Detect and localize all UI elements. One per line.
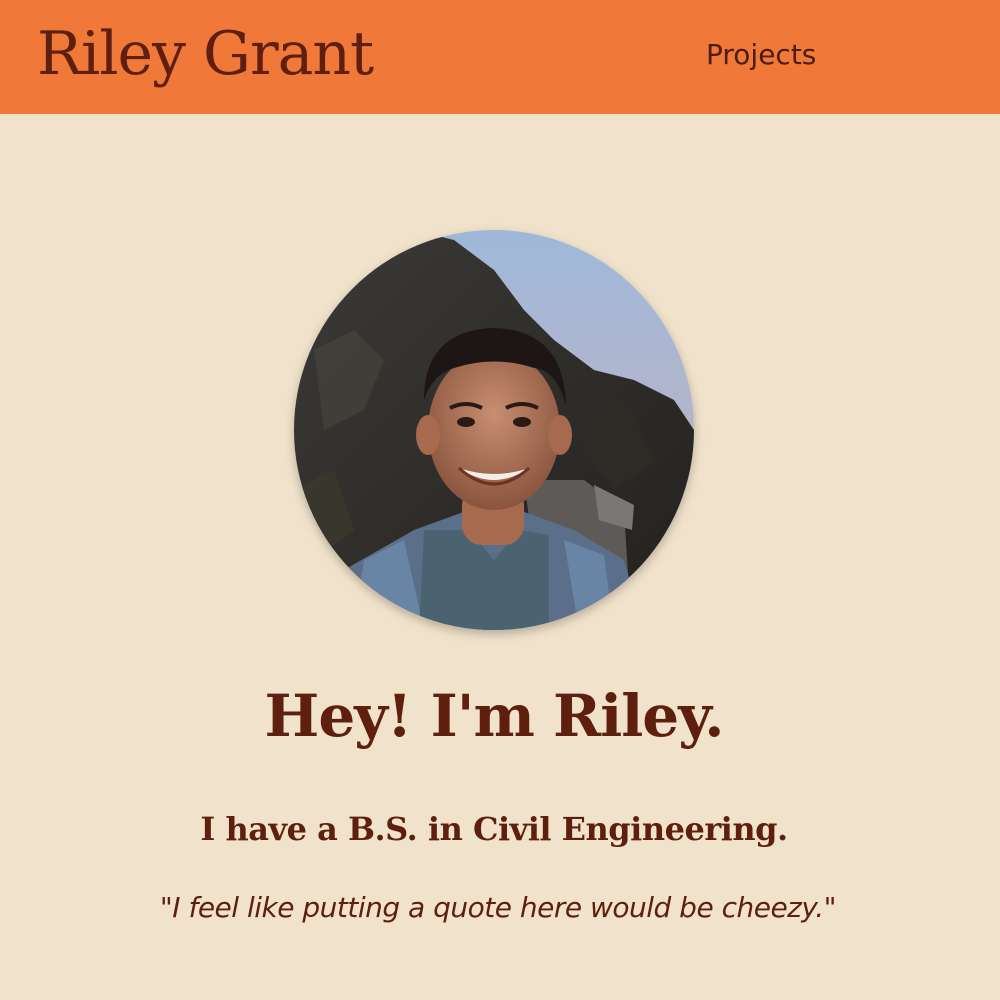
site-title-link[interactable]: Riley Grant bbox=[37, 14, 374, 94]
hero-headline: Hey! I'm Riley. bbox=[264, 682, 725, 750]
site-header: Riley Grant Projects bbox=[0, 0, 1000, 114]
nav-link-projects[interactable]: Projects bbox=[706, 37, 816, 73]
hero-quote: "I feel like putting a quote here would … bbox=[159, 891, 837, 924]
hero-subheadline: I have a B.S. in Civil Engineering. bbox=[200, 810, 788, 848]
profile-photo bbox=[294, 230, 694, 630]
portrait-photo-icon bbox=[294, 230, 694, 630]
